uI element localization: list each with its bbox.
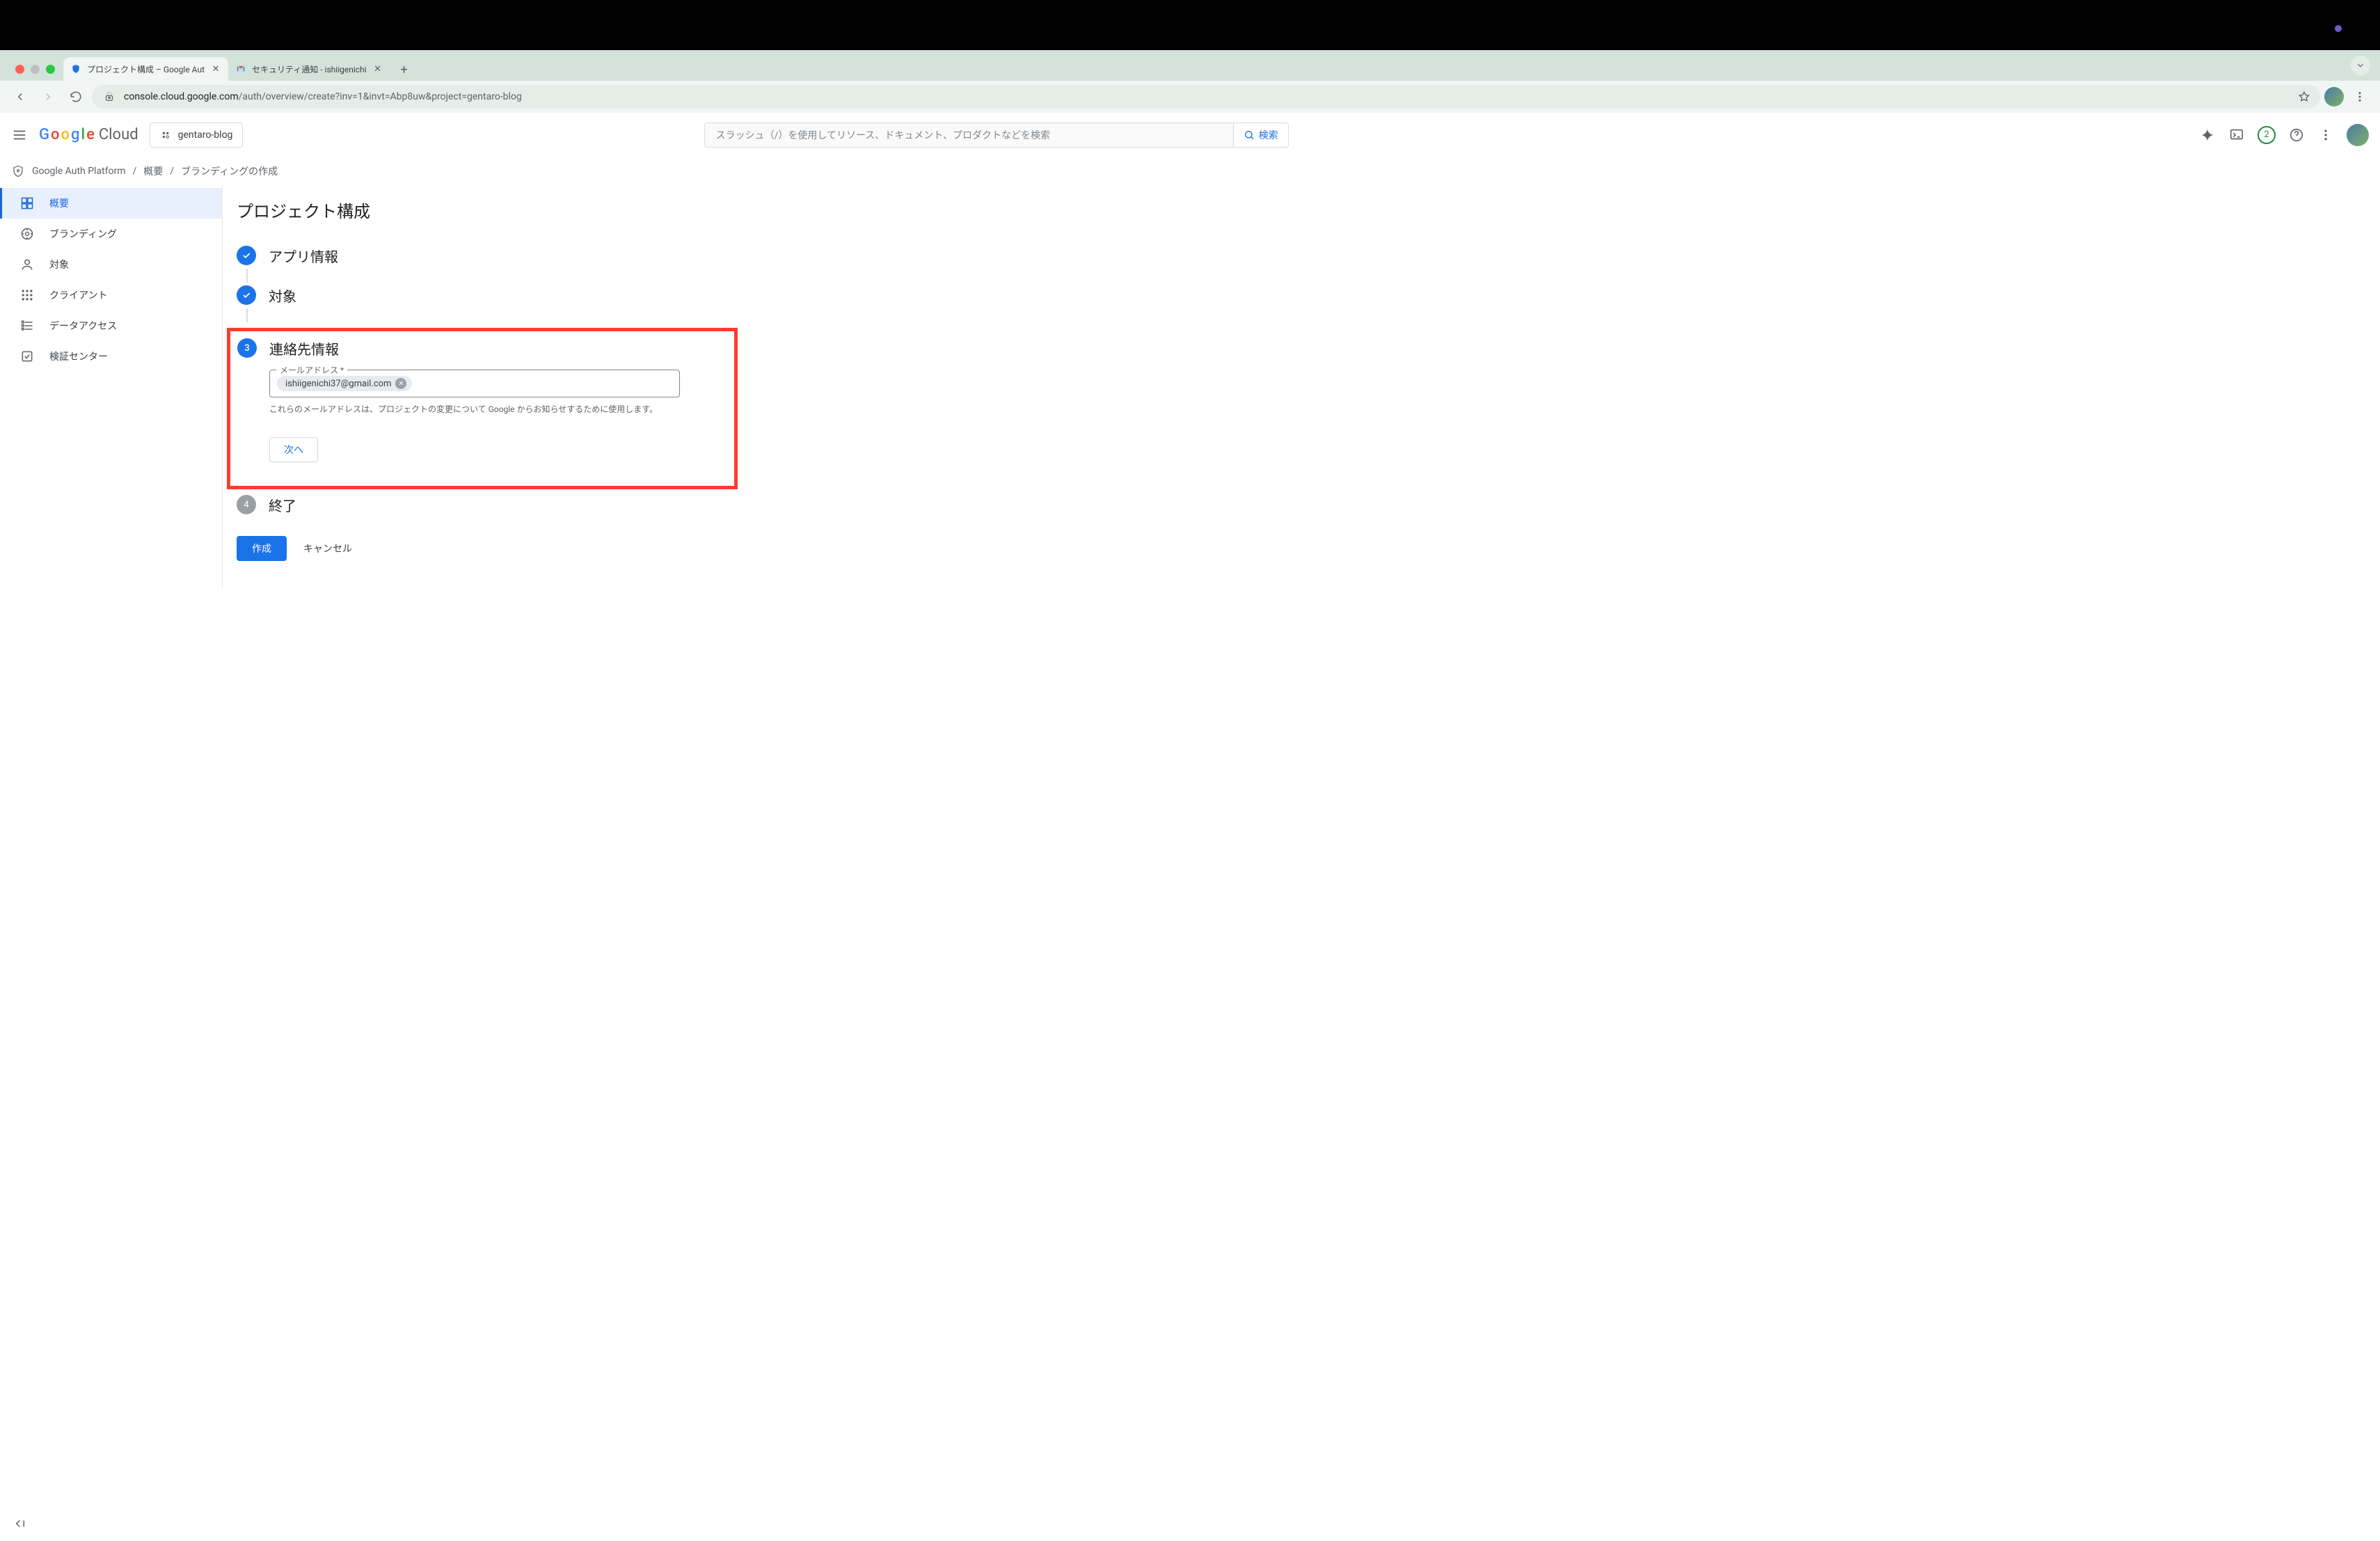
main-layout: 概要 ブランディング 対象 クライアント データアクセス 検証センター [0, 185, 2380, 589]
tab-title: セキュリティ通知 - ishiigenichi [252, 63, 367, 75]
help-icon[interactable] [2288, 127, 2305, 143]
gemini-icon[interactable] [2199, 127, 2216, 143]
step-contact-info: 3 連絡先情報 [237, 338, 726, 358]
next-button[interactable]: 次へ [269, 437, 318, 462]
project-name: gentaro-blog [178, 129, 233, 141]
step-indicator-done-icon [237, 285, 256, 305]
tab-strip: プロジェクト構成 – Google Aut ✕ セキュリティ通知 - ishii… [0, 50, 2380, 81]
branding-icon [20, 227, 34, 241]
step-indicator-pending: 4 [237, 495, 256, 514]
breadcrumb-level1[interactable]: 概要 [143, 164, 163, 178]
sidenav-collapse-icon[interactable] [14, 1517, 26, 1530]
nav-forward-icon [36, 85, 60, 109]
tab-close-icon[interactable]: ✕ [372, 63, 383, 74]
new-tab-button[interactable]: + [395, 60, 414, 79]
hamburger-menu-icon[interactable] [11, 127, 28, 143]
step-audience[interactable]: 対象 [237, 285, 738, 306]
url-text: console.cloud.google.com/auth/overview/c… [124, 91, 2291, 102]
search-input[interactable]: スラッシュ（/）を使用してリソース、ドキュメント、プロダクトなどを検索 [704, 123, 1233, 148]
step-app-info[interactable]: アプリ情報 [237, 246, 738, 266]
tab-title: プロジェクト構成 – Google Aut [87, 63, 205, 75]
browser-menu-icon[interactable] [2348, 85, 2372, 109]
sidenav-item-branding[interactable]: ブランディング [0, 219, 223, 249]
project-selector[interactable]: gentaro-blog [150, 123, 244, 148]
window-maximize[interactable] [46, 65, 55, 74]
email-field-wrap: メールアドレス * ishiigenichi37@gmail.com ✕ [269, 370, 680, 397]
step-finish[interactable]: 4 終了 [237, 495, 738, 515]
check-box-icon [20, 349, 34, 363]
address-bar[interactable]: console.cloud.google.com/auth/overview/c… [92, 85, 2320, 109]
header-actions: 2 [2199, 124, 2369, 146]
breadcrumb-current: ブランディングの作成 [181, 164, 278, 178]
sidenav-item-overview[interactable]: 概要 [0, 188, 223, 219]
sidenav-item-verification[interactable]: 検証センター [0, 341, 223, 372]
sidenav-item-audience[interactable]: 対象 [0, 249, 223, 280]
stepper: アプリ情報 対象 3 連絡先情報 [237, 246, 738, 561]
tab-close-icon[interactable]: ✕ [210, 63, 221, 74]
person-icon [20, 258, 34, 271]
breadcrumb: Google Auth Platform / 概要 / ブランディングの作成 [0, 157, 2380, 185]
chip-remove-icon[interactable]: ✕ [395, 378, 406, 389]
step-indicator-active: 3 [237, 338, 257, 358]
window-minimize[interactable] [31, 65, 40, 74]
page-shell: Google Cloud gentaro-blog スラッシュ（/）を使用してリ… [0, 113, 2380, 1541]
content-area: プロジェクト構成 アプリ情報 対象 [222, 185, 2380, 589]
sidenav-item-clients[interactable]: クライアント [0, 280, 223, 310]
bookmark-star-icon[interactable] [2298, 90, 2310, 103]
shield-icon [11, 164, 25, 178]
cloud-shell-icon[interactable] [2228, 127, 2245, 143]
search-wrap: スラッシュ（/）を使用してリソース、ドキュメント、プロダクトなどを検索 検索 [704, 123, 1289, 148]
tab-list-chevron-icon[interactable] [2351, 56, 2370, 75]
field-label: メールアドレス * [276, 364, 347, 376]
browser-tab-active[interactable]: プロジェクト構成 – Google Aut ✕ [63, 57, 228, 81]
browser-tab[interactable]: セキュリティ通知 - ishiigenichi ✕ [228, 57, 390, 81]
email-chip: ishiigenichi37@gmail.com ✕ [277, 376, 412, 391]
account-avatar[interactable] [2347, 124, 2369, 146]
sidenav-item-data-access[interactable]: データアクセス [0, 310, 223, 341]
project-icon [160, 129, 171, 141]
tab-favicon-gmail-icon [235, 63, 246, 74]
tab-favicon-shield-icon [70, 63, 81, 74]
step-body: メールアドレス * ishiigenichi37@gmail.com ✕ これら… [269, 370, 726, 462]
highlighted-step-box: 3 連絡先情報 メールアドレス * ishiigenichi37@gmail.c… [227, 328, 738, 489]
breadcrumb-root[interactable]: Google Auth Platform [32, 166, 126, 177]
window-close[interactable] [15, 65, 24, 74]
search-button[interactable]: 検索 [1233, 123, 1289, 148]
browser-toolbar: console.cloud.google.com/auth/overview/c… [0, 81, 2380, 113]
google-cloud-logo[interactable]: Google Cloud [39, 126, 138, 143]
form-actions: 作成 キャンセル [237, 536, 738, 561]
macos-titlebar [0, 0, 2380, 50]
nav-reload-icon[interactable] [64, 85, 88, 109]
window-controls [8, 65, 63, 81]
step-indicator-done-icon [237, 246, 256, 265]
nav-back-icon[interactable] [8, 85, 32, 109]
browser-tabs: プロジェクト構成 – Google Aut ✕ セキュリティ通知 - ishii… [63, 50, 2372, 81]
notification-badge[interactable]: 2 [2258, 126, 2276, 144]
more-menu-icon[interactable] [2317, 127, 2334, 143]
step-connector [246, 308, 248, 322]
side-nav: 概要 ブランディング 対象 クライアント データアクセス 検証センター [0, 185, 223, 589]
browser-chrome: プロジェクト構成 – Google Aut ✕ セキュリティ通知 - ishii… [0, 50, 2380, 113]
apps-icon [20, 288, 34, 302]
step-connector [246, 269, 248, 283]
page-title: プロジェクト構成 [237, 198, 2352, 222]
browser-profile-avatar[interactable] [2324, 87, 2344, 106]
list-icon [20, 319, 34, 333]
create-button[interactable]: 作成 [237, 536, 287, 561]
console-header: Google Cloud gentaro-blog スラッシュ（/）を使用してリ… [0, 113, 2380, 157]
site-info-icon[interactable] [102, 90, 117, 103]
cancel-button[interactable]: キャンセル [303, 542, 352, 555]
dashboard-icon [20, 196, 34, 210]
field-hint: これらのメールアドレスは、プロジェクトの変更について Google からお知らせ… [269, 403, 659, 416]
